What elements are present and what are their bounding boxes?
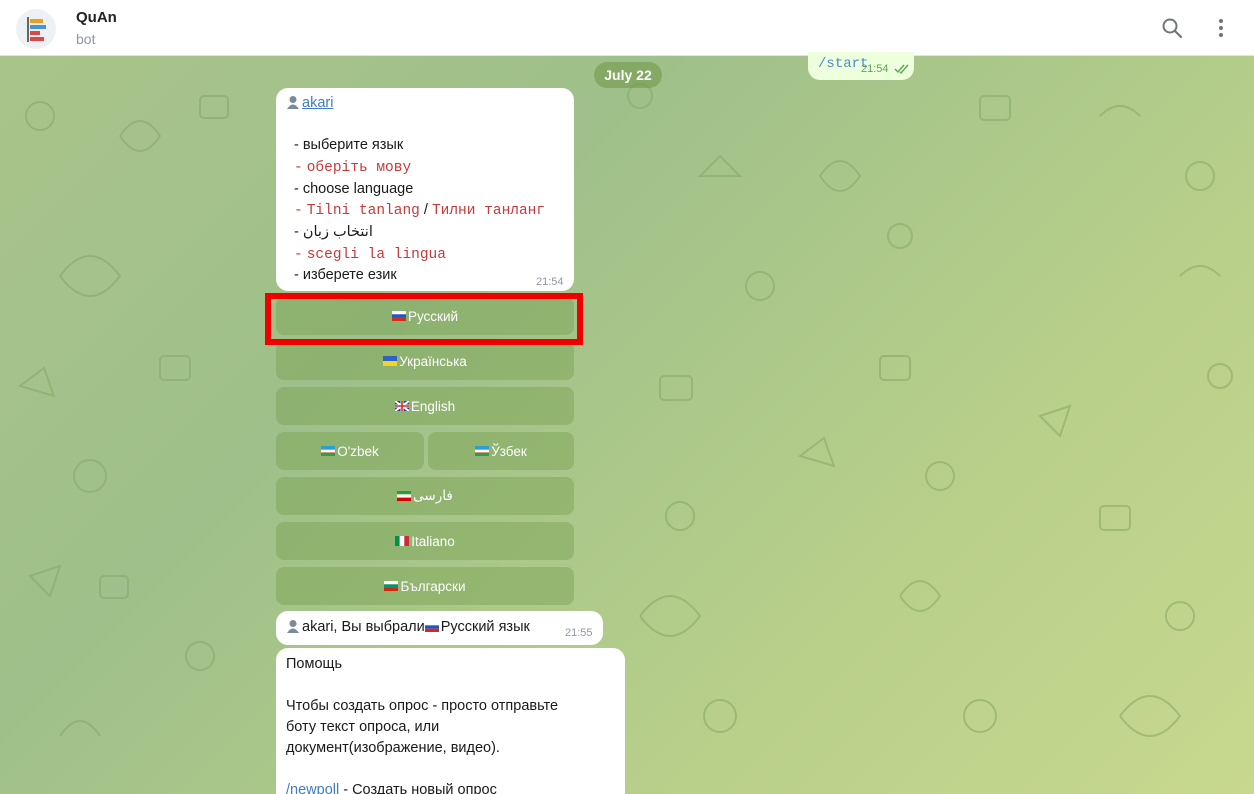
- language-prompt-message[interactable]: akari - выберите язык - оберіть мову - c…: [276, 88, 574, 291]
- language-button-russian[interactable]: Русский: [276, 297, 574, 335]
- text-line: - choose language: [294, 181, 414, 197]
- uzbekistan-flag-icon: [475, 446, 490, 456]
- more-menu-button[interactable]: [1207, 14, 1235, 42]
- more-vertical-icon: [1219, 19, 1223, 37]
- language-button-english[interactable]: English: [276, 387, 574, 425]
- italy-flag-icon: [395, 536, 410, 546]
- language-button-farsi[interactable]: فارسی: [276, 477, 574, 515]
- text-line: - изберете език: [294, 267, 397, 283]
- language-button-uzbek-latin[interactable]: O'zbek: [276, 432, 424, 470]
- chat-subtitle: bot: [76, 31, 96, 47]
- search-button[interactable]: [1158, 14, 1186, 42]
- help-title: Помощь: [286, 656, 343, 672]
- help-line: документ(изображение, видео).: [286, 740, 500, 756]
- user-icon: [287, 96, 299, 109]
- double-check-icon: [894, 64, 909, 74]
- text-line: - выберите язык: [294, 137, 404, 153]
- language-button-bulgarian[interactable]: Български: [276, 567, 574, 605]
- outgoing-message[interactable]: /start 21:54: [808, 52, 914, 80]
- language-button-uzbek-cyrillic[interactable]: Ўзбек: [428, 432, 574, 470]
- russia-flag-icon: [391, 311, 406, 321]
- selection-text: akari, Вы выбрали: [302, 619, 425, 635]
- help-line: Чтобы создать опрос - просто отправьте: [286, 698, 559, 714]
- bot-avatar[interactable]: [16, 9, 56, 49]
- text-line: оберіть мову: [306, 160, 412, 176]
- newpoll-command-link[interactable]: /newpoll: [286, 782, 339, 794]
- language-button-ukrainian[interactable]: Українська: [276, 342, 574, 380]
- message-time: 21:54: [861, 63, 889, 75]
- text-line: scegli la lingua: [306, 247, 446, 263]
- date-separator: July 22: [594, 62, 662, 88]
- command-description: - Создать новый опрос: [339, 782, 497, 794]
- russia-flag-icon: [424, 622, 439, 632]
- ukraine-flag-icon: [383, 356, 398, 366]
- message-time: 21:54: [536, 276, 564, 288]
- help-message[interactable]: Помощь Чтобы создать опрос - просто отпр…: [276, 648, 625, 794]
- user-icon: [287, 620, 299, 633]
- chat-title[interactable]: QuAn: [76, 8, 117, 28]
- text-line: Tilni tanlang: [306, 203, 420, 219]
- text-line: Тилни танланг: [431, 203, 546, 219]
- chat-header: QuAn bot: [0, 0, 1254, 56]
- message-time: 21:55: [565, 627, 593, 639]
- chat-background-pattern: [17, 83, 1233, 737]
- search-icon: [1162, 18, 1183, 39]
- bulgaria-flag-icon: [384, 581, 399, 591]
- text-line: - انتخاب زبان: [294, 224, 373, 240]
- uk-flag-icon: [394, 401, 409, 411]
- user-mention[interactable]: akari: [302, 95, 333, 111]
- iran-flag-icon: [397, 491, 412, 501]
- selection-message[interactable]: akari, Вы выбрали Русский язык 21:55: [276, 611, 603, 645]
- help-line: боту текст опроса, или: [286, 719, 440, 735]
- selected-language: Русский язык: [440, 619, 530, 635]
- language-button-italian[interactable]: Italiano: [276, 522, 574, 560]
- uzbekistan-flag-icon: [321, 446, 336, 456]
